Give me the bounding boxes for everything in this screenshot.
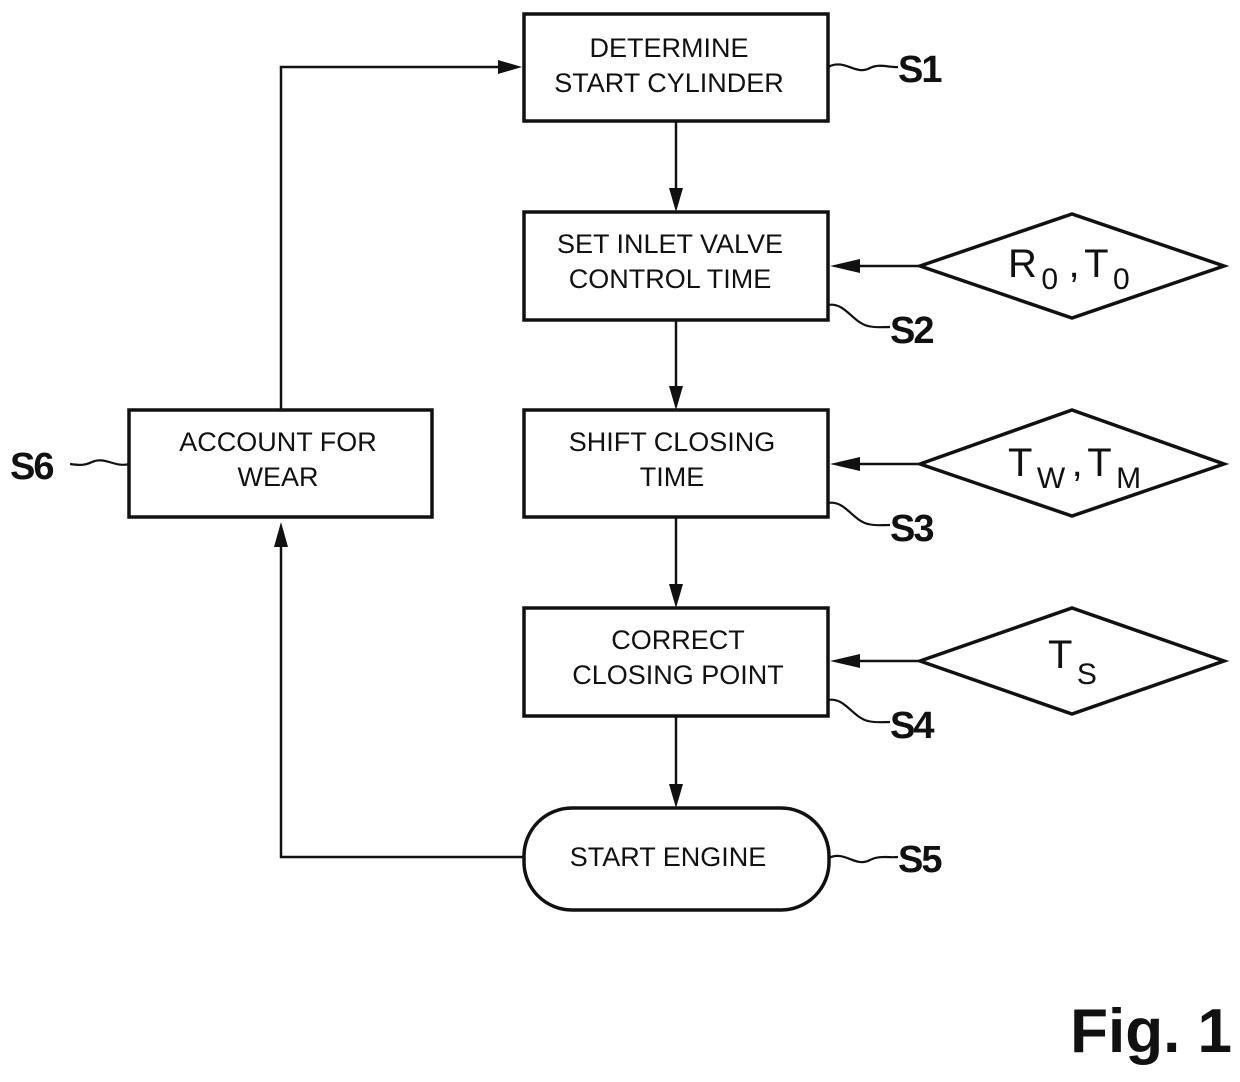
- step-s2-ref: S2: [890, 310, 933, 352]
- input-s4-term-1-base: T: [1048, 633, 1072, 677]
- edge-s6-s1: [279, 65, 500, 410]
- input-s3-separator: ,: [1072, 441, 1083, 485]
- input-s3-term-2-base: T: [1087, 441, 1111, 485]
- step-s5-leader: [828, 854, 899, 864]
- step-s6-ref: S6: [10, 446, 53, 488]
- step-s4-leader: [827, 698, 891, 724]
- arrowhead-s2: [669, 188, 683, 212]
- arrowhead-s1: [498, 60, 522, 74]
- step-s4: CORRECT CLOSING POINT S4: [522, 606, 936, 747]
- step-s5-line-1: START ENGINE: [570, 842, 767, 872]
- input-s2-term-1-base: R: [1008, 242, 1037, 286]
- step-s4-line-1: CORRECT: [611, 625, 745, 655]
- step-s6: ACCOUNT FOR WEAR S6: [10, 408, 434, 519]
- step-s2-leader: [827, 303, 891, 329]
- step-s3-line-2: TIME: [640, 462, 705, 492]
- step-s3-line-1: SHIFT CLOSING: [569, 427, 776, 457]
- input-s2-term-1-sub: 0: [1041, 263, 1058, 296]
- step-s2-line-2: CONTROL TIME: [569, 264, 772, 294]
- step-s3-leader: [827, 501, 891, 527]
- input-s3-term-2-sub: M: [1116, 462, 1141, 495]
- arrowhead-s6: [274, 522, 288, 547]
- input-s2: R 0 , T 0: [914, 212, 1230, 320]
- step-s6-leader: [69, 459, 130, 466]
- arrowhead-input-s3: [830, 457, 860, 471]
- step-s5: START ENGINE S5: [522, 806, 944, 912]
- step-s2: SET INLET VALVE CONTROL TIME S2: [522, 210, 935, 352]
- step-s4-line-2: CLOSING POINT: [572, 660, 784, 690]
- input-s2-term-2-sub: 0: [1113, 263, 1130, 296]
- input-s2-term-2-base: T: [1084, 242, 1108, 286]
- step-s3: SHIFT CLOSING TIME S3: [522, 408, 935, 550]
- input-s2-separator: ,: [1068, 242, 1079, 286]
- step-s1-line-2: START CYLINDER: [554, 68, 784, 98]
- arrowhead-input-s4: [830, 654, 860, 668]
- flowchart: DETERMINE START CYLINDER S1 SET INLET VA…: [10, 12, 1232, 1066]
- input-s3-term-1-sub: W: [1037, 462, 1066, 495]
- step-s6-line-1: ACCOUNT FOR: [179, 427, 377, 457]
- figure-label: Fig. 1: [1070, 997, 1232, 1066]
- step-s6-line-2: WEAR: [238, 462, 319, 492]
- step-s5-ref: S5: [898, 839, 942, 881]
- arrowhead-input-s2: [830, 259, 860, 273]
- input-s3-term-1-base: T: [1008, 441, 1032, 485]
- step-s3-ref: S3: [890, 508, 933, 550]
- step-s1-leader: [827, 63, 899, 72]
- input-s3: T W , T M: [914, 408, 1230, 518]
- step-s1-ref: S1: [898, 49, 942, 91]
- step-s1-line-1: DETERMINE: [589, 33, 748, 63]
- step-s2-line-1: SET INLET VALVE: [557, 229, 783, 259]
- step-s1: DETERMINE START CYLINDER S1: [522, 12, 944, 123]
- edge-s5-s6: [279, 545, 524, 859]
- arrowhead-s5: [669, 784, 683, 808]
- input-s4-term-1-sub: S: [1077, 658, 1097, 691]
- input-s4: T S: [914, 606, 1230, 716]
- step-s4-ref: S4: [890, 705, 934, 747]
- arrowhead-s3: [669, 386, 683, 410]
- arrowhead-s4: [669, 584, 683, 608]
